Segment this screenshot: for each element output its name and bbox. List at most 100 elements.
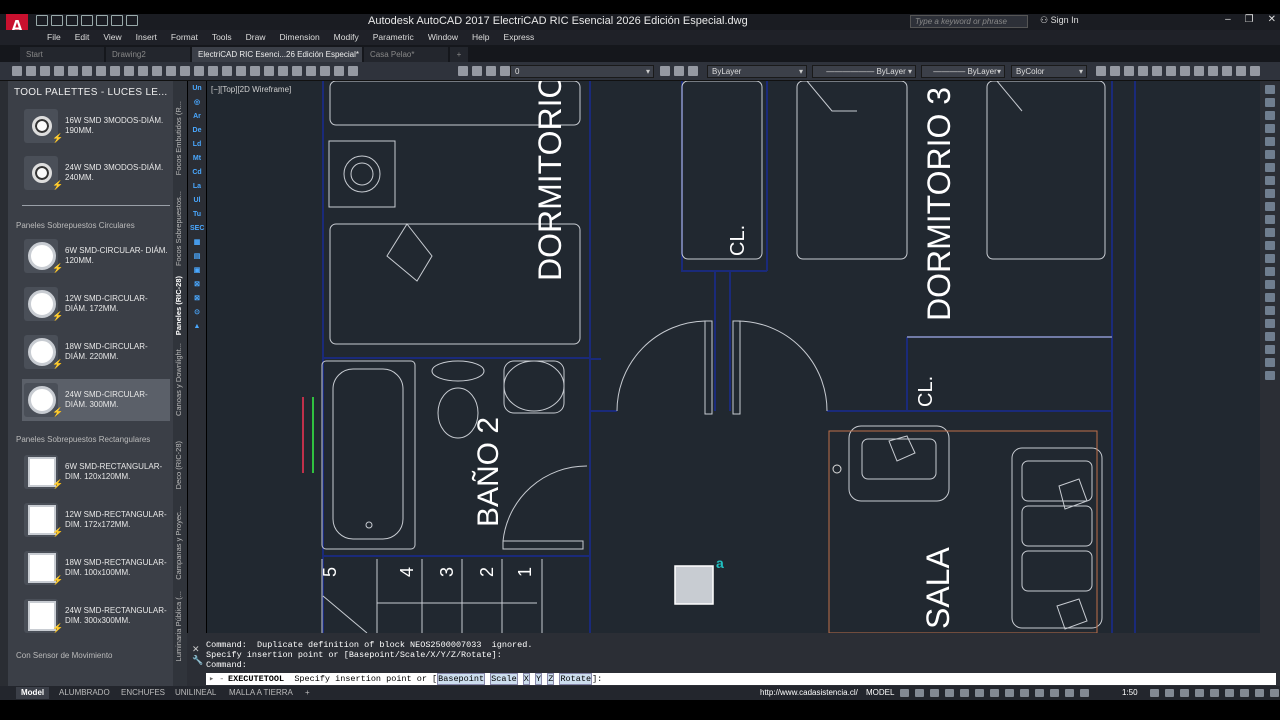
strip-de[interactable]: De [190, 125, 204, 137]
move-icon[interactable] [1265, 306, 1275, 315]
layer-states-icon[interactable] [688, 66, 698, 76]
palette-tool-18w-rect[interactable]: ⚡ 18W SMD-RECTANGULAR-DIM. 100x100MM. [22, 547, 170, 589]
gradient-icon[interactable] [1265, 254, 1275, 263]
vtab-canoas[interactable]: Canoas y Downlight... [174, 343, 183, 416]
restore-icon[interactable]: ❐ [1245, 14, 1254, 25]
strip-table-icon[interactable]: ▤ [190, 251, 204, 263]
strip-mt[interactable]: Mt [190, 153, 204, 165]
menu-draw[interactable]: Draw [239, 30, 273, 45]
annotation-scale[interactable]: 1:50 [1122, 688, 1138, 697]
menu-view[interactable]: View [96, 30, 128, 45]
layout-tab-alumbrado[interactable]: ALUMBRADO [54, 687, 115, 699]
design-center-icon[interactable] [278, 66, 288, 76]
menu-insert[interactable]: Insert [129, 30, 164, 45]
insert-block-icon[interactable] [1265, 202, 1275, 211]
lineweight-dropdown[interactable]: ———— ByLayer [921, 65, 1005, 78]
menu-help[interactable]: Help [465, 30, 496, 45]
menu-modify[interactable]: Modify [327, 30, 366, 45]
lock-ui-icon[interactable] [1210, 689, 1219, 697]
mleader-style-icon[interactable] [1138, 66, 1148, 76]
menu-parametric[interactable]: Parametric [366, 30, 421, 45]
saveas-icon[interactable] [81, 15, 93, 26]
viewport-controls[interactable]: [−][Top][2D Wireframe] [211, 85, 291, 94]
linetype-dropdown[interactable]: —————— ByLayer [812, 65, 916, 78]
layout-tab-model[interactable]: Model [16, 687, 50, 699]
quickcalc-icon[interactable] [334, 66, 344, 76]
snap-icon[interactable] [915, 689, 924, 697]
draw-rect-icon[interactable] [1265, 124, 1275, 133]
option-scale[interactable]: Scale [490, 673, 518, 685]
menu-express[interactable]: Express [497, 30, 542, 45]
layout-tab-unilineal[interactable]: UNILINEAL [170, 687, 221, 699]
markup-icon[interactable] [320, 66, 330, 76]
vtab-luminaria[interactable]: Luminaria Pública (... [174, 591, 183, 661]
option-x[interactable]: X [522, 673, 530, 685]
strip-up-icon[interactable]: ▲ [190, 321, 204, 333]
palette-tool-6w-circ[interactable]: ⚡ 6W SMD-CIRCULAR- DIÁM. 120MM. [22, 235, 170, 277]
zoom-realtime-icon[interactable] [222, 66, 232, 76]
polar-icon[interactable] [945, 689, 954, 697]
strip-sec[interactable]: SEC [190, 223, 204, 235]
pan-icon[interactable] [208, 66, 218, 76]
plot-icon[interactable] [54, 66, 64, 76]
palette-tool-24w-rect[interactable]: ⚡ 24W SMD-RECTANGULAR-DIM. 300x300MM. [22, 595, 170, 637]
named-views-icon[interactable] [1222, 66, 1232, 76]
properties-icon[interactable] [264, 66, 274, 76]
layer-lock-icon[interactable] [486, 66, 496, 76]
vtab-deco[interactable]: Deco (RIC-28) [174, 441, 183, 489]
qnew-icon[interactable] [12, 66, 22, 76]
mtext-icon[interactable] [1265, 293, 1275, 302]
palette-tool-24w-circ[interactable]: ⚡ 24W SMD-CIRCULAR-DIÁM. 300MM. [22, 379, 170, 421]
palette-tool-18w-circ[interactable]: ⚡ 18W SMD-CIRCULAR-DIÁM. 220MM. [22, 331, 170, 373]
save-icon[interactable] [40, 66, 50, 76]
draw-arc-icon[interactable] [1265, 137, 1275, 146]
annotation-visibility-icon[interactable] [1080, 689, 1089, 697]
sign-in-button[interactable]: ⚇ Sign In [1040, 15, 1079, 26]
palette-tool-16w[interactable]: ⚡ 16W SMD 3MODOS-DIÁM. 190MM. [22, 105, 170, 147]
strip-grid-icon[interactable]: ▦ [190, 237, 204, 249]
strip-cross-icon[interactable]: ⊠ [190, 279, 204, 291]
lineweight-icon[interactable] [1005, 689, 1014, 697]
new-layout-button[interactable]: + [300, 687, 315, 699]
strip-cross2-icon[interactable]: ⊠ [190, 293, 204, 305]
zoom-previous-icon[interactable] [250, 66, 260, 76]
help-icon[interactable] [348, 66, 358, 76]
match-prop-icon[interactable] [152, 66, 162, 76]
3d-print-icon[interactable] [96, 66, 106, 76]
zoom-window-icon[interactable] [236, 66, 246, 76]
trim-icon[interactable] [1265, 332, 1275, 341]
camera-icon[interactable] [1236, 66, 1246, 76]
layer-previous-icon[interactable] [674, 66, 684, 76]
redo-icon[interactable] [126, 15, 138, 26]
make-current-icon[interactable] [660, 66, 670, 76]
fillet-icon[interactable] [1265, 358, 1275, 367]
menu-file[interactable]: File [40, 30, 68, 45]
layer-on-icon[interactable] [458, 66, 468, 76]
clean-screen-icon[interactable] [1255, 689, 1264, 697]
layer-freeze-icon[interactable] [472, 66, 482, 76]
color-dropdown[interactable]: ByLayer [707, 65, 807, 78]
draw-spline-icon[interactable] [1265, 176, 1275, 185]
units-icon[interactable] [1180, 689, 1189, 697]
grid-icon[interactable] [900, 689, 909, 697]
vtab-focos-sobrepuestos[interactable]: Focos Sobrepuestos... [174, 191, 183, 266]
array-icon[interactable] [1265, 371, 1275, 380]
redo-icon[interactable] [194, 66, 204, 76]
table-icon[interactable] [1265, 280, 1275, 289]
search-input[interactable]: Type a keyword or phrase [910, 15, 1028, 28]
draw-line-icon[interactable] [1265, 85, 1275, 94]
hatch-icon[interactable] [1265, 241, 1275, 250]
strip-tu[interactable]: Tu [190, 209, 204, 221]
strip-ar[interactable]: Ar [190, 111, 204, 123]
tab-drawing2[interactable]: Drawing2 [106, 47, 190, 62]
new-icon[interactable] [36, 15, 48, 26]
copy-icon[interactable] [124, 66, 134, 76]
option-z[interactable]: Z [547, 673, 555, 685]
3d-osnap-icon[interactable] [1050, 689, 1059, 697]
model-space-button[interactable]: MODEL [866, 688, 894, 697]
floor-plan[interactable] [207, 81, 1260, 633]
vtab-campanas[interactable]: Campanas y Proyec... [174, 506, 183, 580]
command-close-icon[interactable]: ✕ 🔧 [192, 644, 203, 666]
drawing-canvas[interactable]: [−][Top][2D Wireframe] DORMITORIO DORMIT… [207, 81, 1260, 633]
palette-tool-12w-rect[interactable]: ⚡ 12W SMD-RECTANGULAR-DIM. 172x172MM. [22, 499, 170, 541]
